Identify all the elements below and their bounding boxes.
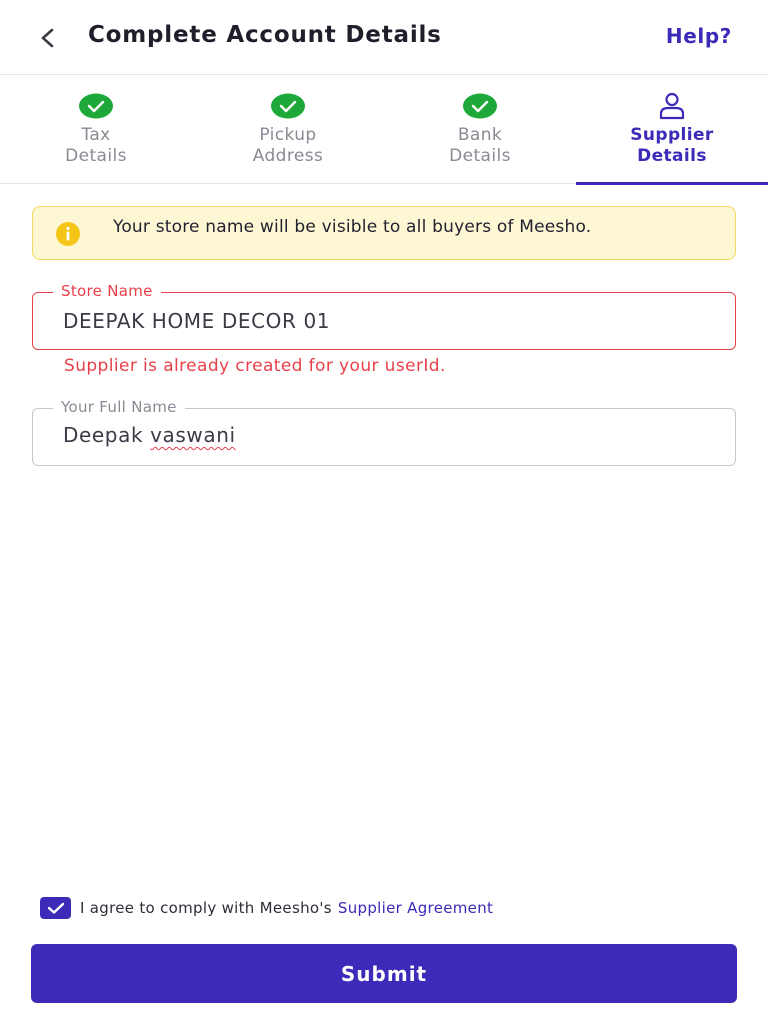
info-banner-text: Your store name will be visible to all b…: [113, 217, 592, 237]
full-name-field[interactable]: Your Full Name Deepak vaswani: [32, 398, 736, 466]
supplier-agreement-link[interactable]: Supplier Agreement: [338, 899, 493, 917]
submit-button[interactable]: Submit: [31, 944, 737, 1003]
check-circle-icon: [271, 93, 305, 119]
check-icon: [47, 902, 64, 914]
store-name-input[interactable]: [63, 307, 703, 335]
info-icon: [56, 222, 80, 246]
user-icon: [659, 92, 685, 120]
step-pickup-address[interactable]: Pickup Address: [192, 76, 384, 184]
step-label: Supplier Details: [630, 125, 714, 166]
step-label: Bank Details: [449, 125, 511, 166]
chevron-left-icon: [41, 28, 54, 48]
store-name-label: Store Name: [53, 282, 161, 300]
progress-stepper: Tax Details Pickup Address Bank Details: [0, 76, 768, 185]
app-header: Complete Account Details Help?: [0, 0, 768, 75]
step-tax-details[interactable]: Tax Details: [0, 76, 192, 184]
check-circle-icon: [463, 93, 497, 119]
step-bank-details[interactable]: Bank Details: [384, 76, 576, 184]
full-name-label: Your Full Name: [53, 398, 185, 416]
agreement-row: I agree to comply with Meesho's Supplier…: [40, 896, 493, 920]
info-banner: Your store name will be visible to all b…: [32, 206, 736, 260]
full-name-input[interactable]: Deepak vaswani: [63, 423, 703, 451]
agreement-text: I agree to comply with Meesho's: [80, 899, 332, 917]
back-button[interactable]: [30, 20, 66, 56]
full-name-last: vaswani: [150, 423, 236, 447]
check-circle-icon: [79, 93, 113, 119]
page-title: Complete Account Details: [88, 22, 442, 48]
account-details-page: Complete Account Details Help? Tax Detai…: [0, 0, 768, 1024]
store-name-error: Supplier is already created for your use…: [64, 356, 446, 376]
step-label: Pickup Address: [252, 125, 324, 166]
agreement-checkbox[interactable]: [40, 897, 71, 919]
store-name-field[interactable]: Store Name: [32, 282, 736, 350]
step-label: Tax Details: [65, 125, 127, 166]
help-link[interactable]: Help?: [666, 24, 732, 48]
step-supplier-details[interactable]: Supplier Details: [576, 76, 768, 185]
full-name-first: Deepak: [63, 423, 144, 447]
